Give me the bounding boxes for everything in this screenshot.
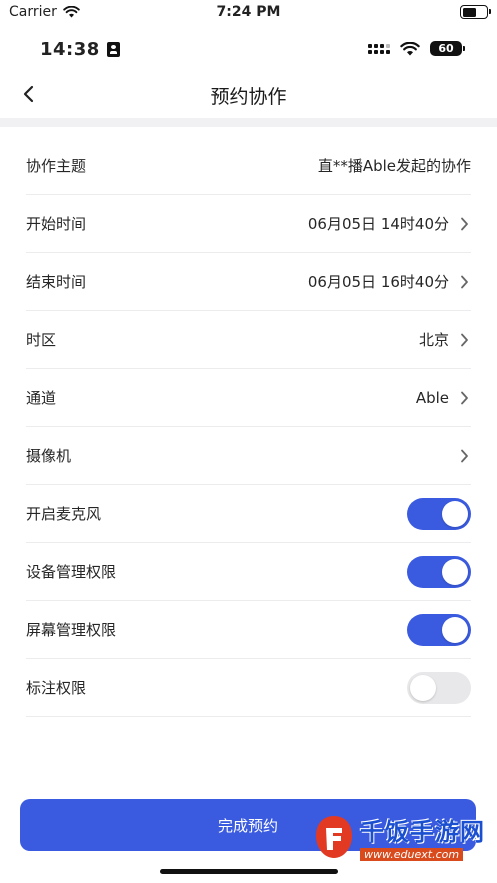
chevron-right-icon bbox=[457, 333, 471, 347]
device-clock: 14:38 bbox=[40, 39, 120, 60]
row-start-time[interactable]: 开始时间 06月05日 14时40分 bbox=[26, 195, 471, 253]
row-screen-permission: 屏幕管理权限 bbox=[26, 601, 471, 659]
row-value: 06月05日 16时40分 bbox=[307, 273, 449, 291]
battery-level: 60 bbox=[438, 42, 454, 55]
complete-reservation-button[interactable]: 完成预约 bbox=[20, 799, 476, 851]
row-channel[interactable]: 通道 Able bbox=[26, 369, 471, 427]
row-value: Able bbox=[415, 388, 449, 407]
chevron-right-icon bbox=[457, 449, 471, 463]
page-title: 预约协作 bbox=[210, 86, 287, 108]
row-label: 屏幕管理权限 bbox=[26, 621, 117, 639]
row-label: 开启麦克风 bbox=[26, 505, 102, 523]
row-end-time[interactable]: 结束时间 06月05日 16时40分 bbox=[26, 253, 471, 311]
row-label: 标注权限 bbox=[26, 679, 87, 697]
row-label: 通道 bbox=[26, 389, 57, 407]
screen-permission-toggle[interactable] bbox=[407, 613, 471, 646]
row-timezone[interactable]: 时区 北京 bbox=[26, 311, 471, 369]
navigation-bar: 预约协作 bbox=[0, 70, 497, 118]
row-label: 结束时间 bbox=[26, 273, 87, 291]
battery-icon bbox=[460, 5, 491, 19]
device-permission-toggle[interactable] bbox=[407, 555, 471, 588]
chevron-right-icon bbox=[457, 391, 471, 405]
section-divider bbox=[0, 118, 497, 127]
wifi-icon bbox=[400, 41, 420, 55]
chevron-right-icon bbox=[457, 275, 471, 289]
battery-level-icon: 60 bbox=[430, 41, 465, 56]
row-device-permission: 设备管理权限 bbox=[26, 543, 471, 601]
device-time-text: 14:38 bbox=[40, 39, 100, 60]
row-microphone: 开启麦克风 bbox=[26, 485, 471, 543]
complete-reservation-label: 完成预约 bbox=[217, 816, 278, 835]
row-label: 设备管理权限 bbox=[26, 563, 117, 581]
microphone-toggle[interactable] bbox=[407, 497, 471, 530]
signal-icon bbox=[368, 43, 390, 54]
row-label: 协作主题 bbox=[26, 157, 87, 175]
home-indicator[interactable] bbox=[160, 869, 338, 874]
device-status-bar: 14:38 60 bbox=[0, 37, 497, 65]
row-value: 直**播Able发起的协作 bbox=[317, 157, 471, 175]
simulator-status-bar: Carrier 7:24 PM bbox=[0, 0, 497, 26]
simulator-clock: 7:24 PM bbox=[216, 4, 281, 20]
chevron-right-icon bbox=[457, 217, 471, 231]
row-camera[interactable]: 摄像机 bbox=[26, 427, 471, 485]
row-value: 北京 bbox=[418, 331, 449, 349]
settings-list: 协作主题 直**播Able发起的协作 开始时间 06月05日 14时40分 结束… bbox=[26, 137, 471, 717]
row-value: 06月05日 14时40分 bbox=[307, 215, 449, 233]
row-topic: 协作主题 直**播Able发起的协作 bbox=[26, 137, 471, 195]
annotation-permission-toggle[interactable] bbox=[407, 671, 471, 704]
id-card-icon bbox=[106, 42, 120, 57]
row-annotation-permission: 标注权限 bbox=[26, 659, 471, 717]
row-label: 摄像机 bbox=[26, 447, 72, 465]
row-label: 开始时间 bbox=[26, 215, 87, 233]
row-label: 时区 bbox=[26, 331, 57, 349]
